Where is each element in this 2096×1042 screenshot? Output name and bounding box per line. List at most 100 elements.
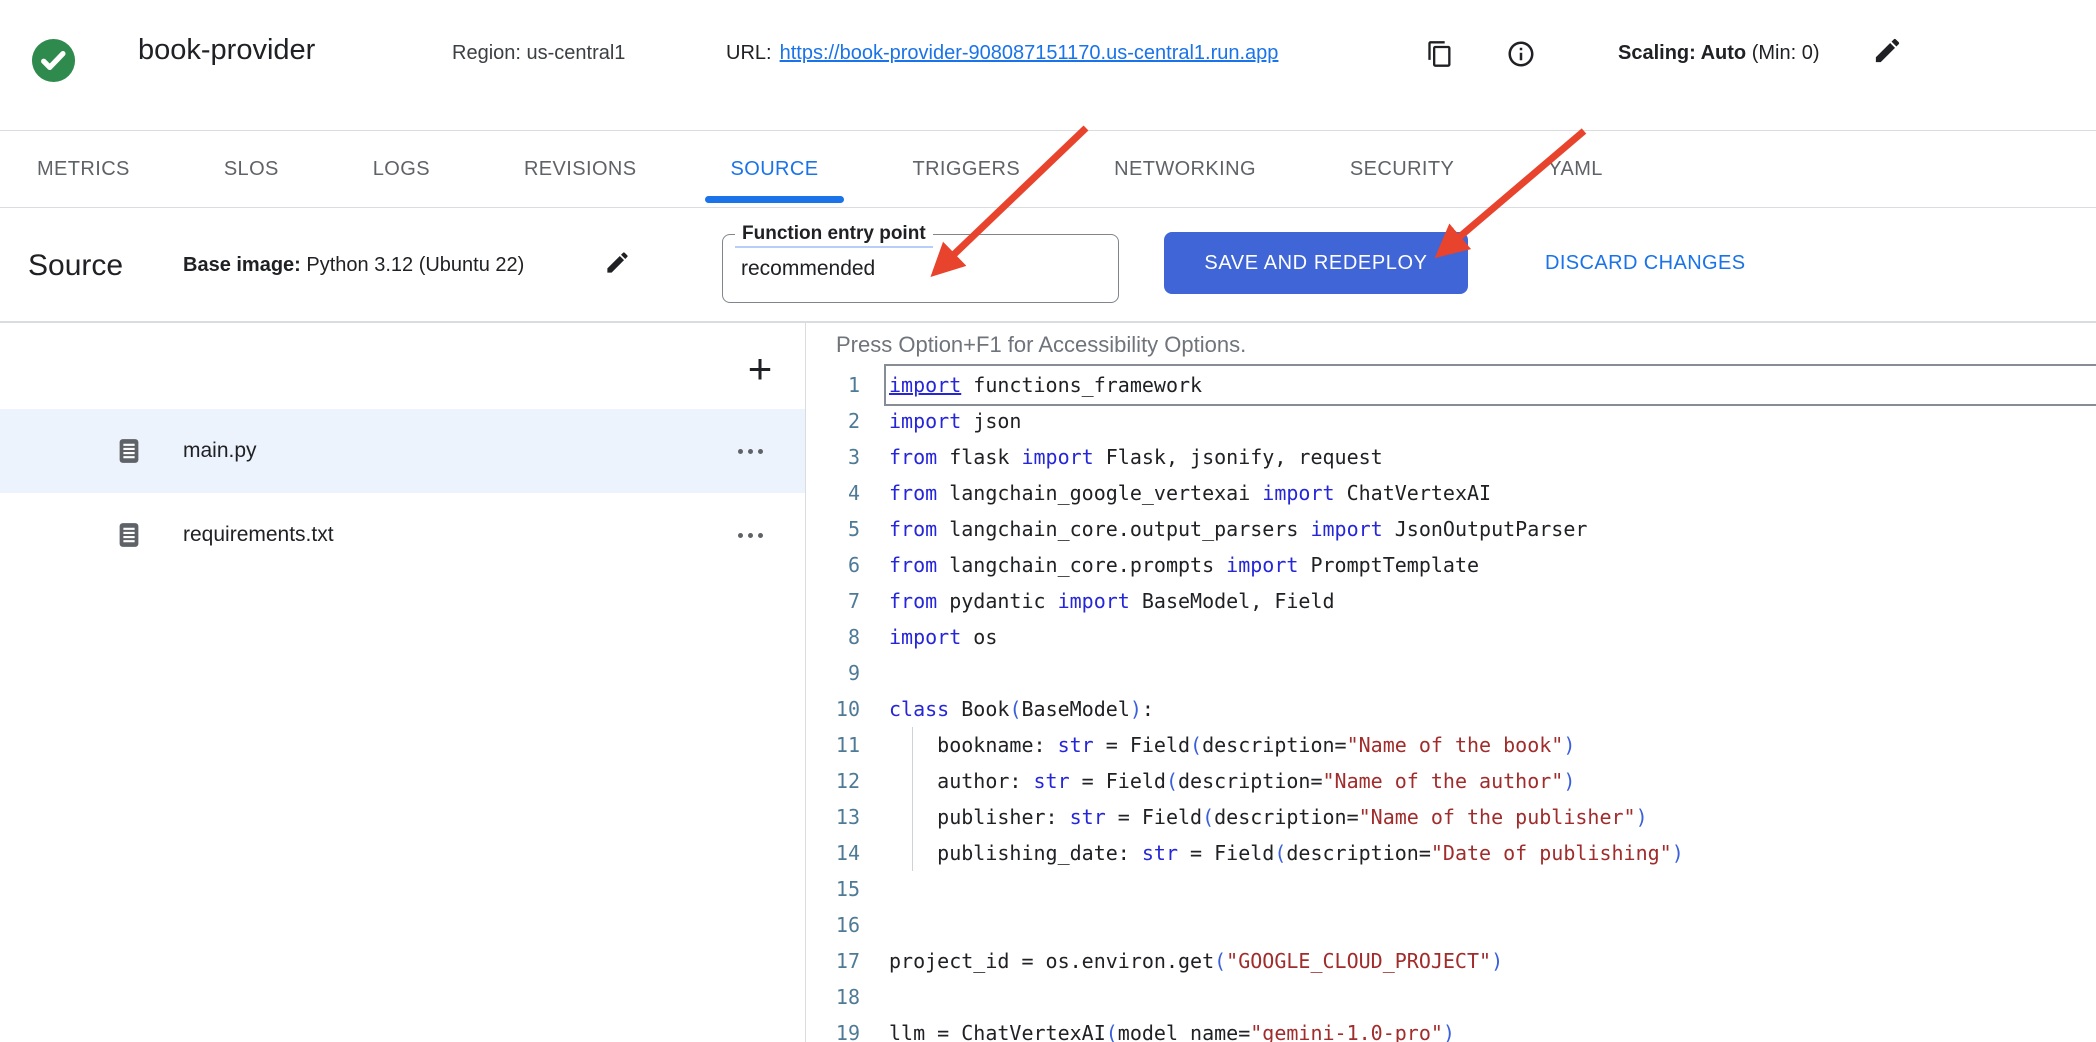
code-text: llm = ChatVertexAI(model_name="gemini-1.… — [889, 1015, 2096, 1042]
save-and-redeploy-button[interactable]: SAVE AND REDEPLOY — [1164, 232, 1468, 294]
line-number: 9 — [806, 655, 860, 691]
code-line[interactable]: 17 project_id = os.environ.get("GOOGLE_CL… — [806, 943, 2096, 979]
code-line[interactable]: 8 import os — [806, 619, 2096, 655]
code-line[interactable]: 3 from flask import Flask, jsonify, reque… — [806, 439, 2096, 475]
line-number: 13 — [806, 799, 860, 835]
code-line[interactable]: 13 publisher: str = Field(description="N… — [806, 799, 2096, 835]
line-number: 10 — [806, 691, 860, 727]
code-line[interactable]: 5 from langchain_core.output_parsers impo… — [806, 511, 2096, 547]
tab-source[interactable]: SOURCE — [731, 131, 819, 207]
tab-bar: METRICS SLOS LOGS REVISIONS SOURCE TRIGGERS NE… — [0, 130, 2096, 208]
section-heading: Source — [28, 249, 123, 283]
tab-metrics[interactable]: METRICS — [37, 131, 130, 207]
discard-changes-button[interactable]: DISCARD CHANGES — [1545, 252, 1745, 275]
file-name: requirements.txt — [183, 523, 334, 547]
file-more-icon[interactable] — [738, 441, 763, 461]
line-number: 6 — [806, 547, 860, 583]
code-line[interactable]: 7 from pydantic import BaseModel, Field — [806, 583, 2096, 619]
tab-slos[interactable]: SLOS — [224, 131, 279, 207]
code-line[interactable]: 11 bookname: str = Field(description="Na… — [806, 727, 2096, 763]
tab-networking[interactable]: NETWORKING — [1114, 131, 1256, 207]
service-header: book-provider Region: us-central1 URL: h… — [0, 0, 2096, 130]
file-panel: + main.py requirements.txt — [0, 322, 806, 1042]
line-number: 11 — [806, 727, 860, 763]
code-line[interactable]: 6 from langchain_core.prompts import Prom… — [806, 547, 2096, 583]
function-entry-point-label: Function entry point — [735, 222, 933, 248]
tab-security[interactable]: SECURITY — [1350, 131, 1454, 207]
tab-yaml[interactable]: YAML — [1548, 131, 1603, 207]
code-line[interactable]: 19 llm = ChatVertexAI(model_name="gemini-… — [806, 1015, 2096, 1042]
code-line[interactable]: 1 import functions_framework — [806, 367, 2096, 403]
code-text: from langchain_google_vertexai import Ch… — [889, 475, 2096, 511]
code-editor[interactable]: Press Option+F1 for Accessibility Option… — [806, 322, 2096, 1042]
edit-scaling-icon[interactable] — [1872, 35, 1903, 66]
scaling-text: Scaling: Auto (Min: 0) — [1618, 42, 1820, 65]
code-text: from pydantic import BaseModel, Field — [889, 583, 2096, 619]
code-line[interactable]: 12 author: str = Field(description="Name… — [806, 763, 2096, 799]
code-text: from langchain_core.prompts import Promp… — [889, 547, 2096, 583]
line-number: 4 — [806, 475, 860, 511]
tab-logs[interactable]: LOGS — [373, 131, 430, 207]
file-row-main-py[interactable]: main.py — [0, 409, 805, 493]
edit-base-image-icon[interactable] — [604, 249, 631, 276]
copy-url-icon[interactable] — [1426, 40, 1454, 68]
service-url: URL: https://book-provider-908087151170.… — [726, 42, 1278, 65]
page-title: book-provider — [138, 34, 315, 67]
accessibility-hint: Press Option+F1 for Accessibility Option… — [836, 332, 1246, 358]
info-icon[interactable] — [1506, 39, 1536, 69]
line-number: 12 — [806, 763, 860, 799]
file-row-requirements-txt[interactable]: requirements.txt — [0, 493, 805, 577]
code-text: import os — [889, 619, 2096, 655]
scaling-min: (Min: 0) — [1746, 42, 1819, 64]
code-line[interactable]: 4 from langchain_google_vertexai import C… — [806, 475, 2096, 511]
line-number: 7 — [806, 583, 860, 619]
base-image-value: Python 3.12 (Ubuntu 22) — [301, 254, 524, 276]
plus-icon: + — [748, 345, 773, 392]
line-number: 18 — [806, 979, 860, 1015]
line-number: 1 — [806, 367, 860, 403]
scaling-mode: Scaling: Auto — [1618, 42, 1746, 64]
region-text: Region: us-central1 — [452, 42, 625, 65]
tab-triggers[interactable]: TRIGGERS — [912, 131, 1020, 207]
code-line[interactable]: 18 — [806, 979, 2096, 1015]
service-url-link[interactable]: https://book-provider-908087151170.us-ce… — [780, 42, 1279, 65]
code-text: import functions_framework — [889, 367, 2096, 403]
code-text: publisher: str = Field(description="Name… — [889, 799, 2096, 835]
code-text: project_id = os.environ.get("GOOGLE_CLOU… — [889, 943, 2096, 979]
code-line[interactable]: 2 import json — [806, 403, 2096, 439]
code-text: from langchain_core.output_parsers impor… — [889, 511, 2096, 547]
line-number: 14 — [806, 835, 860, 871]
file-name: main.py — [183, 439, 257, 463]
code-line[interactable]: 10 class Book(BaseModel): — [806, 691, 2096, 727]
base-image-text: Base image: Python 3.12 (Ubuntu 22) — [183, 254, 524, 277]
code-line[interactable]: 14 publishing_date: str = Field(descript… — [806, 835, 2096, 871]
line-number: 19 — [806, 1015, 860, 1042]
add-file-button[interactable]: + — [736, 345, 784, 393]
code-line[interactable]: 15 — [806, 871, 2096, 907]
code-text: class Book(BaseModel): — [889, 691, 2096, 727]
line-number: 15 — [806, 871, 860, 907]
file-more-icon[interactable] — [738, 525, 763, 545]
code-text: bookname: str = Field(description="Name … — [889, 727, 2096, 763]
cloud-run-source-page: book-provider Region: us-central1 URL: h… — [0, 0, 2096, 1042]
code-text: from flask import Flask, jsonify, reques… — [889, 439, 2096, 475]
status-ok-icon — [30, 37, 77, 84]
base-image-label: Base image: — [183, 254, 301, 276]
line-number: 3 — [806, 439, 860, 475]
line-number: 8 — [806, 619, 860, 655]
function-entry-point-field: Function entry point — [722, 234, 1119, 303]
code-text: import json — [889, 403, 2096, 439]
url-label: URL: — [726, 42, 772, 65]
code-text: publishing_date: str = Field(description… — [889, 835, 2096, 871]
code-line[interactable]: 16 — [806, 907, 2096, 943]
file-list: main.py requirements.txt — [0, 409, 805, 577]
code-text: author: str = Field(description="Name of… — [889, 763, 2096, 799]
source-toolbar: Source Base image: Python 3.12 (Ubuntu 2… — [0, 208, 2096, 322]
line-number: 2 — [806, 403, 860, 439]
line-number: 17 — [806, 943, 860, 979]
line-number: 5 — [806, 511, 860, 547]
code-line[interactable]: 9 — [806, 655, 2096, 691]
tab-revisions[interactable]: REVISIONS — [524, 131, 637, 207]
line-number: 16 — [806, 907, 860, 943]
code-lines: 1import functions_framework2import json3… — [806, 367, 2096, 1042]
